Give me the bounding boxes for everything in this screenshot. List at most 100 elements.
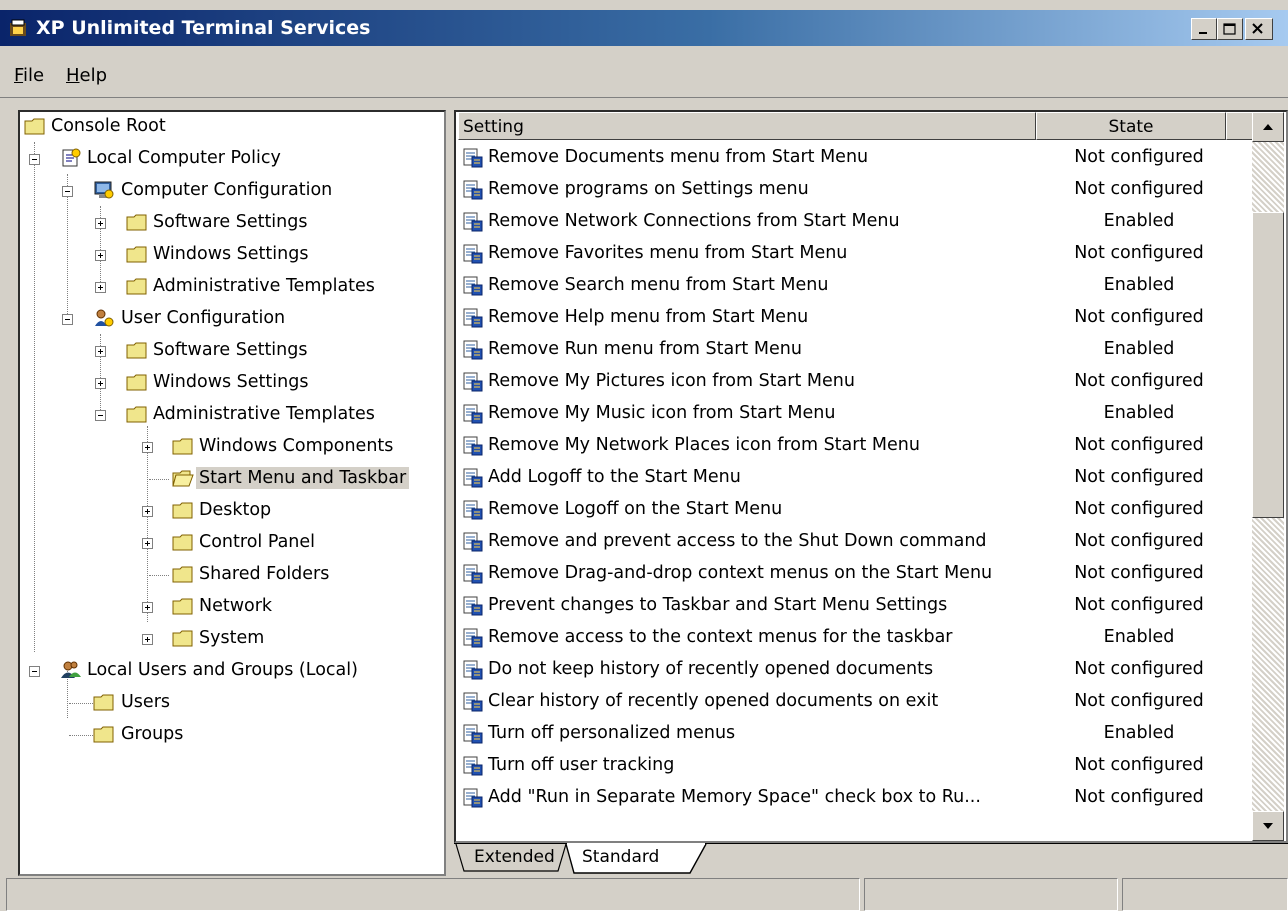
table-row[interactable]: Turn off personalized menus Enabled (456, 718, 1256, 750)
folder-icon (24, 116, 46, 136)
table-row[interactable]: Add "Run in Separate Memory Space" check… (456, 782, 1256, 814)
close-button[interactable] (1245, 18, 1273, 40)
tree-line (147, 426, 148, 622)
folder-icon (172, 628, 194, 648)
collapse-icon[interactable] (29, 666, 40, 677)
setting-name: Remove Logoff on the Start Menu (488, 499, 783, 519)
tree-line (34, 142, 35, 652)
table-row[interactable]: Remove and prevent access to the Shut Do… (456, 526, 1256, 558)
setting-state: Enabled (1103, 627, 1175, 647)
user-config-icon (93, 308, 115, 328)
table-row[interactable]: Add Logoff to the Start Menu Not configur… (456, 462, 1256, 494)
setting-name: Remove My Network Places icon from Start… (488, 435, 920, 455)
maximize-icon (1223, 23, 1236, 35)
column-header-label: State (1108, 117, 1154, 137)
expand-icon[interactable] (95, 282, 106, 293)
policy-setting-icon (462, 467, 484, 489)
table-row[interactable]: Remove Help menu from Start Menu Not conf… (456, 302, 1256, 334)
setting-name: Add "Run in Separate Memory Space" check… (488, 787, 981, 807)
expand-icon[interactable] (142, 538, 153, 549)
table-row[interactable]: Remove Search menu from Start Menu Enable… (456, 270, 1256, 302)
setting-state: Enabled (1103, 403, 1175, 423)
close-icon (1252, 23, 1263, 34)
setting-name: Turn off user tracking (488, 755, 675, 775)
scroll-thumb[interactable] (1252, 212, 1284, 518)
folder-icon (126, 276, 148, 296)
settings-list-pane[interactable]: Setting State Remove Documents menu from… (454, 110, 1288, 843)
setting-name: Do not keep history of recently opened d… (488, 659, 934, 679)
setting-state: Not configured (1074, 179, 1204, 199)
folder-icon (172, 500, 194, 520)
collapse-icon[interactable] (95, 410, 106, 421)
policy-setting-icon (462, 403, 484, 425)
menu-bar: File Help (0, 57, 1288, 98)
table-row[interactable]: Turn off user tracking Not configured (456, 750, 1256, 782)
table-row[interactable]: Remove programs on Settings menu Not conf… (456, 174, 1256, 206)
policy-setting-icon (462, 435, 484, 457)
arrow-up-icon (1263, 124, 1273, 130)
scroll-down-button[interactable] (1252, 811, 1284, 841)
scroll-up-button[interactable] (1252, 112, 1284, 142)
maximize-button[interactable] (1217, 18, 1243, 40)
table-row[interactable]: Remove Drag-and-drop context menus on th… (456, 558, 1256, 590)
folder-icon (93, 724, 115, 744)
setting-state: Enabled (1103, 723, 1175, 743)
policy-setting-icon (462, 499, 484, 521)
policy-setting-icon (462, 275, 484, 297)
setting-name: Remove Search menu from Start Menu (488, 275, 829, 295)
folder-icon (126, 212, 148, 232)
expand-icon[interactable] (142, 506, 153, 517)
table-row[interactable]: Remove My Pictures icon from Start Menu N… (456, 366, 1256, 398)
collapse-icon[interactable] (29, 154, 40, 165)
table-row[interactable]: Remove Network Connections from Start Me… (456, 206, 1256, 238)
vertical-scrollbar[interactable] (1252, 112, 1284, 841)
expand-icon[interactable] (142, 634, 153, 645)
table-row[interactable]: Remove Favorites menu from Start Menu Not… (456, 238, 1256, 270)
expand-icon[interactable] (95, 346, 106, 357)
column-header-state[interactable]: State (1036, 112, 1226, 140)
setting-name: Add Logoff to the Start Menu (488, 467, 741, 487)
policy-setting-icon (462, 179, 484, 201)
table-row[interactable]: Remove Documents menu from Start Menu Not… (456, 142, 1256, 174)
tree-line (149, 575, 169, 576)
setting-state: Not configured (1074, 243, 1204, 263)
table-row[interactable]: Remove Logoff on the Start Menu Not confi… (456, 494, 1256, 526)
expand-icon[interactable] (95, 218, 106, 229)
tree-line (69, 735, 93, 736)
tree-node-label: Start Menu and Taskbar (196, 467, 410, 489)
table-row[interactable]: Remove Run menu from Start Menu Enabled (456, 334, 1256, 366)
menu-help-label: elp (79, 65, 108, 86)
table-row[interactable]: Remove My Network Places icon from Start… (456, 430, 1256, 462)
table-row[interactable]: Prevent changes to Taskbar and Start Men… (456, 590, 1256, 622)
column-header-setting[interactable]: Setting (458, 112, 1036, 140)
setting-state: Not configured (1074, 691, 1204, 711)
minimize-button[interactable] (1191, 18, 1217, 40)
table-row[interactable]: Remove access to the context menus for t… (456, 622, 1256, 654)
title-bar[interactable]: XP Unlimited Terminal Services (0, 10, 1288, 46)
tree-pane[interactable]: Console Root Local Computer Policy Compu… (18, 110, 446, 876)
menu-help[interactable]: Help (66, 65, 107, 86)
table-row[interactable]: Do not keep history of recently opened d… (456, 654, 1256, 686)
collapse-icon[interactable] (62, 314, 73, 325)
expand-icon[interactable] (142, 442, 153, 453)
folder-icon (172, 436, 194, 456)
table-row[interactable]: Clear history of recently opened documen… (456, 686, 1256, 718)
setting-state: Not configured (1074, 147, 1204, 167)
tab-extended[interactable]: Extended (474, 847, 555, 877)
minimize-icon (1199, 32, 1207, 34)
folder-icon (172, 532, 194, 552)
setting-name: Remove Favorites menu from Start Menu (488, 243, 848, 263)
tree-line (149, 479, 169, 480)
collapse-icon[interactable] (62, 186, 73, 197)
arrow-down-icon (1263, 823, 1273, 829)
expand-icon[interactable] (95, 250, 106, 261)
table-row[interactable]: Remove My Music icon from Start Menu Enab… (456, 398, 1256, 430)
expand-icon[interactable] (142, 602, 153, 613)
policy-setting-icon (462, 211, 484, 233)
menu-file[interactable]: File (14, 65, 44, 86)
tab-standard[interactable]: Standard (582, 847, 659, 877)
tree-node-label: Control Panel (199, 532, 316, 552)
expand-icon[interactable] (95, 378, 106, 389)
tree-node-label: Local Users and Groups (Local) (87, 660, 358, 680)
tree-node-label: Windows Settings (153, 372, 309, 392)
